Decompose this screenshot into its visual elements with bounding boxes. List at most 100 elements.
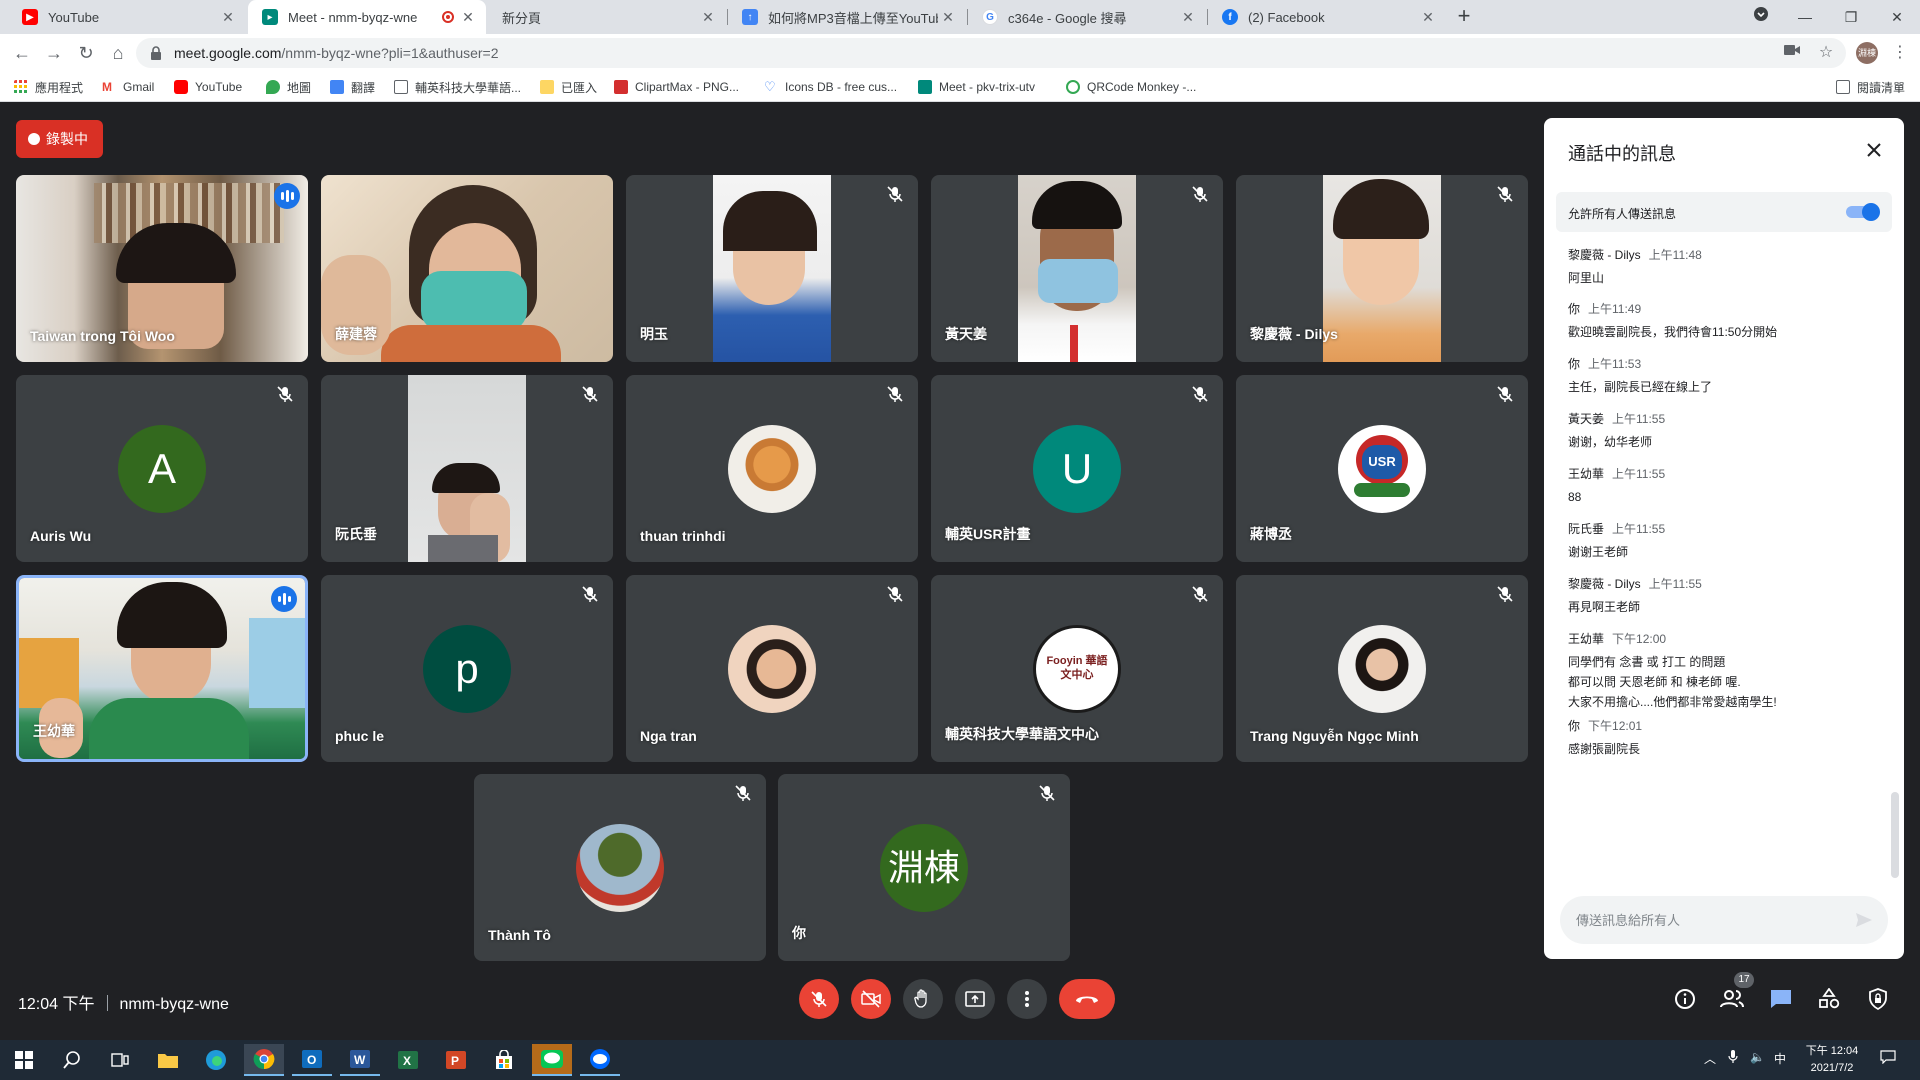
reload-button[interactable]: ↻ bbox=[74, 41, 98, 65]
allow-messages-toggle[interactable] bbox=[1844, 203, 1880, 221]
minimize-button[interactable]: — bbox=[1782, 0, 1828, 34]
mic-toggle-button[interactable] bbox=[799, 979, 839, 1019]
participant-tile-self[interactable]: 淵棟 你 bbox=[778, 774, 1070, 961]
browser-tab-meet[interactable]: ▸ Meet - nmm-byqz-wne ✕ bbox=[248, 0, 486, 34]
address-bar[interactable]: meet.google.com/nmm-byqz-wne?pli=1&authu… bbox=[136, 38, 1846, 68]
participant-tile[interactable]: Nga tran bbox=[626, 575, 918, 762]
bookmark-iconsdb[interactable]: ♡ Icons DB - free cus... bbox=[764, 78, 897, 96]
browser-tab-facebook[interactable]: f (2) Facebook ✕ bbox=[1208, 0, 1446, 34]
bookmark-imported[interactable]: 已匯入 bbox=[540, 78, 597, 96]
browser-tab-google[interactable]: G c364e - Google 搜尋 ✕ bbox=[968, 0, 1206, 34]
task-view-button[interactable] bbox=[100, 1044, 140, 1076]
meeting-info-button[interactable] bbox=[1671, 985, 1699, 1013]
taskbar-chrome[interactable] bbox=[244, 1044, 284, 1076]
system-clock[interactable]: 下午 12:04 2021/7/2 bbox=[1800, 1043, 1864, 1077]
taskbar-outlook[interactable]: O bbox=[292, 1044, 332, 1076]
edge-icon bbox=[206, 1050, 226, 1070]
bookmark-gmail[interactable]: M Gmail bbox=[102, 78, 154, 96]
message-sender: 你 bbox=[1568, 357, 1581, 371]
start-button[interactable] bbox=[4, 1044, 44, 1076]
taskbar-line[interactable] bbox=[532, 1044, 572, 1076]
microphone-tray-icon[interactable] bbox=[1728, 1050, 1738, 1067]
participant-tile[interactable]: p phuc le bbox=[321, 575, 613, 762]
notifications-icon[interactable] bbox=[1880, 1050, 1896, 1067]
bookmark-clipartmax[interactable]: ClipartMax - PNG... bbox=[614, 78, 739, 96]
reading-list-button[interactable]: 閱讀清單 bbox=[1836, 78, 1905, 96]
participant-tile-pinned[interactable]: 王幼華 bbox=[16, 575, 308, 762]
participant-tile[interactable]: USR 蔣博丞 bbox=[1236, 375, 1528, 562]
bookmark-label: Gmail bbox=[123, 80, 155, 94]
fooyin-logo-avatar: Fooyin 華語文中心 bbox=[1033, 624, 1121, 713]
profile-avatar[interactable]: 淵棟 bbox=[1856, 42, 1878, 64]
camera-toggle-button[interactable] bbox=[851, 979, 891, 1019]
participant-tile[interactable]: Thành Tô bbox=[474, 774, 766, 961]
raise-hand-button[interactable] bbox=[903, 979, 943, 1019]
bookmark-fooyin[interactable]: 輔英科技大學華語... bbox=[394, 78, 521, 96]
mic-off-icon bbox=[277, 386, 293, 402]
participant-tile[interactable]: 阮氏垂 bbox=[321, 375, 613, 562]
browser-tab-mp3[interactable]: ↑ 如何將MP3音檔上傳至YouTube ✕ bbox=[728, 0, 966, 34]
bookmark-meet[interactable]: Meet - pkv-trix-utv bbox=[918, 78, 1035, 96]
bookmark-star-icon[interactable]: ☆ bbox=[1814, 41, 1838, 65]
tab-close-icon[interactable]: ✕ bbox=[700, 9, 716, 25]
tab-search-button[interactable] bbox=[1738, 0, 1784, 34]
taskbar-zalo[interactable] bbox=[580, 1044, 620, 1076]
people-button[interactable] bbox=[1718, 985, 1746, 1013]
bookmark-youtube[interactable]: YouTube bbox=[174, 78, 242, 96]
participant-tile[interactable]: Taiwan trong Tôi Woo bbox=[16, 175, 308, 362]
taskbar-edge[interactable] bbox=[196, 1044, 236, 1076]
present-screen-button[interactable] bbox=[955, 979, 995, 1019]
tray-chevron-icon[interactable]: ︿ bbox=[1704, 1050, 1716, 1067]
tab-close-icon[interactable]: ✕ bbox=[1420, 9, 1436, 25]
meeting-time: 12:04 下午 bbox=[18, 996, 95, 1013]
maximize-button[interactable]: ❐ bbox=[1828, 0, 1874, 34]
taskbar-word[interactable]: W bbox=[340, 1044, 380, 1076]
participant-tile[interactable]: U 輔英USR計畫 bbox=[931, 375, 1223, 562]
tab-close-icon[interactable]: ✕ bbox=[220, 9, 236, 25]
taskbar-powerpoint[interactable]: P bbox=[436, 1044, 476, 1076]
bookmark-qrcode[interactable]: QRCode Monkey -... bbox=[1066, 78, 1196, 96]
chat-panel-title: 通話中的訊息 bbox=[1568, 144, 1676, 164]
activities-button[interactable] bbox=[1815, 985, 1843, 1013]
chat-scrollbar[interactable] bbox=[1891, 792, 1899, 878]
chat-button[interactable] bbox=[1767, 985, 1795, 1013]
back-button[interactable]: ← bbox=[10, 41, 34, 65]
chat-message-input[interactable] bbox=[1576, 910, 1836, 930]
taskbar-excel[interactable]: X bbox=[388, 1044, 428, 1076]
tab-close-icon[interactable]: ✕ bbox=[460, 9, 476, 25]
volume-icon[interactable]: 🔈 bbox=[1750, 1050, 1765, 1064]
participant-tile[interactable]: Trang Nguyễn Ngọc Minh bbox=[1236, 575, 1528, 762]
send-icon[interactable] bbox=[1854, 910, 1874, 930]
camera-off-icon bbox=[861, 990, 881, 1008]
taskbar-file-explorer[interactable] bbox=[148, 1044, 188, 1076]
bookmark-translate[interactable]: 翻譯 bbox=[330, 78, 375, 96]
bookmark-apps[interactable]: 應用程式 bbox=[14, 78, 83, 96]
more-menu-icon[interactable]: ⋮ bbox=[1888, 41, 1912, 65]
taskbar-search-button[interactable] bbox=[52, 1044, 92, 1076]
taskbar-store[interactable] bbox=[484, 1044, 524, 1076]
participant-tile[interactable]: 薛建蓉 bbox=[321, 175, 613, 362]
participant-tile[interactable]: Fooyin 華語文中心 輔英科技大學華語文中心 bbox=[931, 575, 1223, 762]
tab-close-icon[interactable]: ✕ bbox=[1180, 9, 1196, 25]
participant-tile[interactable]: 黃天姜 bbox=[931, 175, 1223, 362]
meeting-details: 12:04 下午 nmm-byqz-wne bbox=[18, 990, 229, 1014]
more-options-button[interactable] bbox=[1007, 979, 1047, 1019]
close-icon[interactable] bbox=[1862, 138, 1886, 162]
browser-tab-new[interactable]: 新分頁 ✕ bbox=[488, 0, 726, 34]
home-button[interactable]: ⌂ bbox=[106, 41, 130, 65]
participant-name: thuan trinhdi bbox=[640, 528, 726, 544]
forward-button[interactable]: → bbox=[42, 41, 66, 65]
bookmark-maps[interactable]: 地圖 bbox=[266, 78, 311, 96]
new-tab-button[interactable]: + bbox=[1452, 5, 1476, 29]
camera-permission-icon[interactable] bbox=[1780, 38, 1804, 62]
leave-call-button[interactable] bbox=[1059, 979, 1115, 1019]
participant-tile[interactable]: 黎慶薇 - Dilys bbox=[1236, 175, 1528, 362]
browser-tab-youtube[interactable]: ▶ YouTube ✕ bbox=[8, 0, 246, 34]
participant-tile[interactable]: thuan trinhdi bbox=[626, 375, 918, 562]
participant-tile[interactable]: 明玉 bbox=[626, 175, 918, 362]
close-window-button[interactable]: ✕ bbox=[1874, 0, 1920, 34]
participant-tile[interactable]: A Auris Wu bbox=[16, 375, 308, 562]
host-controls-button[interactable] bbox=[1864, 985, 1892, 1013]
tab-close-icon[interactable]: ✕ bbox=[940, 9, 956, 25]
ime-indicator[interactable]: 中 bbox=[1774, 1050, 1786, 1067]
